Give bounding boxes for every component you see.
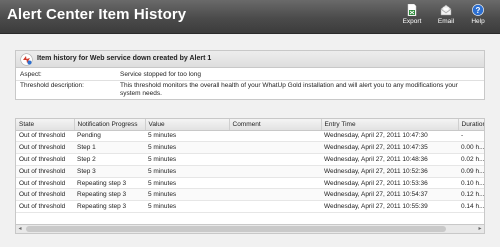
cell-state: Out of threshold: [16, 141, 74, 155]
aspect-value: Service stopped for too long: [120, 71, 201, 78]
history-table: State Notification Progress Value Commen…: [16, 119, 484, 214]
cell-state: Out of threshold: [16, 153, 74, 166]
email-button[interactable]: Email: [431, 4, 461, 30]
cell-value: 5 minutes: [145, 177, 229, 190]
page-title: Alert Center Item History: [7, 6, 187, 23]
cell-duration: 0.12 h...: [458, 188, 484, 202]
table-header-row: State Notification Progress Value Commen…: [16, 119, 484, 131]
table-row[interactable]: Out of threshold Step 3 5 minutes Wednes…: [16, 165, 484, 178]
threshold-label: Threshold description:: [20, 82, 84, 89]
cell-notification-progress: Repeating step 3: [74, 177, 145, 190]
cell-entry-time: Wednesday, April 27, 2011 10:52:36: [321, 165, 458, 178]
column-header-notification-progress[interactable]: Notification Progress: [74, 119, 146, 131]
cell-value: 5 minutes: [145, 130, 229, 143]
column-header-entry-time[interactable]: Entry Time: [321, 119, 459, 131]
scroll-left-arrow-icon[interactable]: ◂: [16, 225, 24, 233]
cell-value: 5 minutes: [145, 141, 229, 155]
email-icon: [440, 4, 452, 16]
table-row[interactable]: Out of threshold Step 2 5 minutes Wednes…: [16, 153, 484, 166]
export-button[interactable]: Export: [397, 4, 427, 30]
table-row[interactable]: Out of threshold Repeating step 3 5 minu…: [16, 188, 484, 202]
item-details-title: Item history for Web service down create…: [37, 55, 212, 62]
cell-duration: 0.14 h...: [458, 200, 484, 214]
aspect-label: Aspect:: [20, 71, 42, 78]
cell-duration: 0.10 h...: [458, 177, 484, 190]
cell-entry-time: Wednesday, April 27, 2011 10:47:30: [321, 130, 458, 143]
cell-comment: [229, 141, 321, 155]
cell-state: Out of threshold: [16, 165, 74, 178]
cell-entry-time: Wednesday, April 27, 2011 10:48:36: [321, 153, 458, 166]
export-label: Export: [402, 18, 422, 25]
cell-comment: [229, 177, 321, 190]
item-details-header: Item history for Web service down create…: [16, 51, 484, 68]
cell-comment: [229, 165, 321, 178]
cell-comment: [229, 153, 321, 166]
column-header-comment[interactable]: Comment: [229, 119, 322, 131]
cell-entry-time: Wednesday, April 27, 2011 10:47:35: [321, 141, 458, 155]
scroll-right-arrow-icon[interactable]: ▸: [476, 225, 484, 233]
threshold-value: This threshold monitors the overall heal…: [120, 82, 458, 97]
cell-notification-progress: Step 3: [74, 165, 145, 178]
cell-notification-progress: Step 2: [74, 153, 145, 166]
horizontal-scrollbar[interactable]: ◂ ▸: [15, 225, 485, 234]
cell-notification-progress: Pending: [74, 130, 145, 143]
cell-entry-time: Wednesday, April 27, 2011 10:53:36: [321, 177, 458, 190]
divider: [16, 80, 484, 81]
cell-state: Out of threshold: [16, 177, 74, 190]
cell-notification-progress: Repeating step 3: [74, 200, 145, 214]
table-row[interactable]: Out of threshold Pending 5 minutes Wedne…: [16, 130, 484, 143]
main-content: Item history for Web service down create…: [0, 35, 500, 247]
cell-notification-progress: Step 1: [74, 141, 145, 155]
column-header-state[interactable]: State: [16, 119, 75, 131]
cell-state: Out of threshold: [16, 188, 74, 202]
cell-comment: [229, 188, 321, 202]
cell-state: Out of threshold: [16, 200, 74, 214]
cell-comment: [229, 130, 321, 143]
title-bar: Alert Center Item History Export Email ?…: [0, 0, 500, 34]
cell-value: 5 minutes: [145, 200, 229, 214]
cell-value: 5 minutes: [145, 188, 229, 202]
help-label: Help: [471, 18, 485, 25]
column-header-value[interactable]: Value: [145, 119, 230, 131]
table-row[interactable]: Out of threshold Repeating step 3 5 minu…: [16, 200, 484, 214]
table-row[interactable]: Out of threshold Repeating step 3 5 minu…: [16, 177, 484, 190]
svg-text:?: ?: [476, 6, 481, 15]
help-icon: ?: [472, 4, 484, 16]
column-header-duration[interactable]: Duration: [458, 119, 484, 131]
cell-value: 5 minutes: [145, 165, 229, 178]
scrollbar-thumb[interactable]: [26, 226, 446, 232]
alert-center-icon: [20, 53, 33, 66]
cell-value: 5 minutes: [145, 153, 229, 166]
email-label: Email: [437, 18, 455, 25]
table-row[interactable]: Out of threshold Step 1 5 minutes Wednes…: [16, 141, 484, 155]
cell-entry-time: Wednesday, April 27, 2011 10:54:37: [321, 188, 458, 202]
cell-notification-progress: Repeating step 3: [74, 188, 145, 202]
history-table-panel: State Notification Progress Value Commen…: [15, 118, 485, 225]
cell-comment: [229, 200, 321, 214]
cell-duration: 0.02 h...: [458, 153, 484, 166]
cell-duration: -: [458, 130, 484, 143]
export-icon: [407, 4, 417, 16]
cell-state: Out of threshold: [16, 130, 74, 143]
cell-entry-time: Wednesday, April 27, 2011 10:55:39: [321, 200, 458, 214]
cell-duration: 0.00 h...: [458, 141, 484, 155]
cell-duration: 0.09 h...: [458, 165, 484, 178]
help-button[interactable]: ? Help: [463, 4, 493, 30]
item-details-panel: Item history for Web service down create…: [15, 50, 485, 100]
